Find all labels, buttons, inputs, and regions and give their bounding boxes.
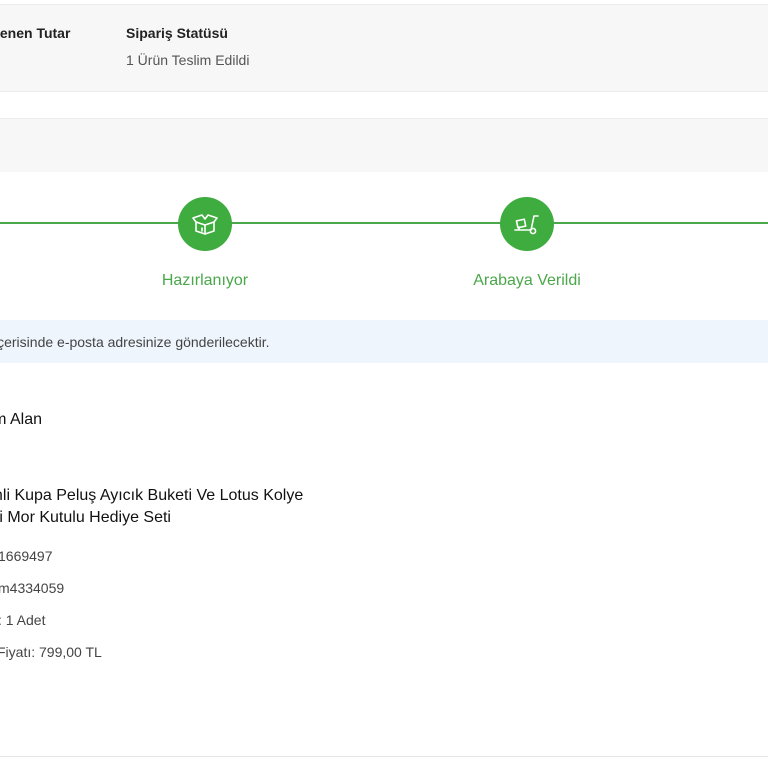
step-preparing-circle <box>178 197 232 251</box>
box-icon <box>192 214 218 235</box>
step-preparing-label: Hazırlanıyor <box>161 272 249 289</box>
section-divider <box>0 756 768 757</box>
cart-icon <box>514 215 539 235</box>
quantity: : 1 Adet <box>0 612 46 628</box>
recipient-name: lim Alan <box>0 411 43 428</box>
email-info-text: içerisinde e-posta adresinize gönderilec… <box>0 333 270 350</box>
order-summary-bar: lenen Tutar Sipariş Statüsü 1 Ürün Tesli… <box>0 4 768 92</box>
order-status-label: Sipariş Statüsü <box>126 25 228 41</box>
step-shipped-circle <box>500 197 554 251</box>
product-name-line-1: simli Kupa Peluş Ayıcık Buketi Ve Lotus … <box>0 487 304 504</box>
order-number: 1669497 <box>0 548 53 564</box>
section-header-band <box>0 118 768 172</box>
step-shipped-label: Arabaya Verildi <box>473 272 581 289</box>
order-status-value: 1 Ürün Teslim Edildi <box>126 52 250 68</box>
shipment-tracker: Hazırlanıyor Arabaya Verildi <box>0 172 768 320</box>
paid-amount-column: lenen Tutar <box>0 25 70 41</box>
product-name-line-2: keti Mor Kutulu Hediye Seti <box>0 509 171 526</box>
order-status-column: Sipariş Statüsü 1 Ürün Teslim Edildi <box>126 25 249 68</box>
tracker-line <box>0 222 768 224</box>
paid-amount-label: lenen Tutar <box>0 25 71 41</box>
price: Fiyatı: 799,00 TL <box>0 644 102 660</box>
product-code: m4334059 <box>0 580 65 596</box>
email-info-notice: içerisinde e-posta adresinize gönderilec… <box>0 320 768 363</box>
product-name[interactable]: simli Kupa Peluş Ayıcık Buketi Ve Lotus … <box>0 485 303 529</box>
